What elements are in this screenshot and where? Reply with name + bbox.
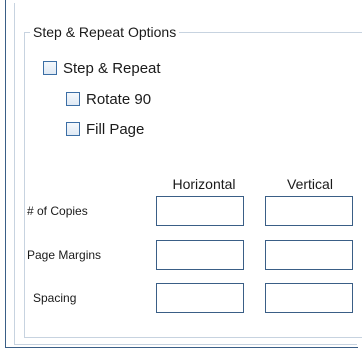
page-margins-horizontal-input[interactable] bbox=[156, 240, 244, 270]
step-repeat-option[interactable]: Step & Repeat bbox=[43, 58, 161, 78]
row-label-copies: # of Copies bbox=[27, 204, 88, 218]
groupbox-bottom-border bbox=[24, 337, 362, 338]
fill-page-label: Fill Page bbox=[86, 120, 145, 138]
step-repeat-label: Step & Repeat bbox=[63, 59, 161, 77]
column-header-vertical: Vertical bbox=[287, 176, 333, 192]
step-repeat-checkbox[interactable] bbox=[43, 61, 57, 75]
column-header-horizontal: Horizontal bbox=[172, 176, 236, 192]
copies-horizontal-input[interactable] bbox=[156, 196, 244, 226]
groupbox-left-border bbox=[24, 32, 25, 337]
page-margins-vertical-input[interactable] bbox=[265, 240, 353, 270]
fill-page-option[interactable]: Fill Page bbox=[66, 119, 144, 139]
rotate-90-label: Rotate 90 bbox=[86, 90, 152, 108]
row-label-spacing: Spacing bbox=[33, 291, 77, 305]
rotate-90-option[interactable]: Rotate 90 bbox=[66, 89, 151, 109]
spacing-horizontal-input[interactable] bbox=[156, 283, 244, 313]
spacing-vertical-input[interactable] bbox=[265, 283, 353, 313]
copies-vertical-input[interactable] bbox=[265, 196, 353, 226]
groupbox-title: Step & Repeat Options bbox=[30, 23, 180, 41]
rotate-90-checkbox[interactable] bbox=[66, 92, 80, 106]
row-label-page-margins: Page Margins bbox=[27, 248, 102, 262]
fill-page-checkbox[interactable] bbox=[66, 122, 80, 136]
